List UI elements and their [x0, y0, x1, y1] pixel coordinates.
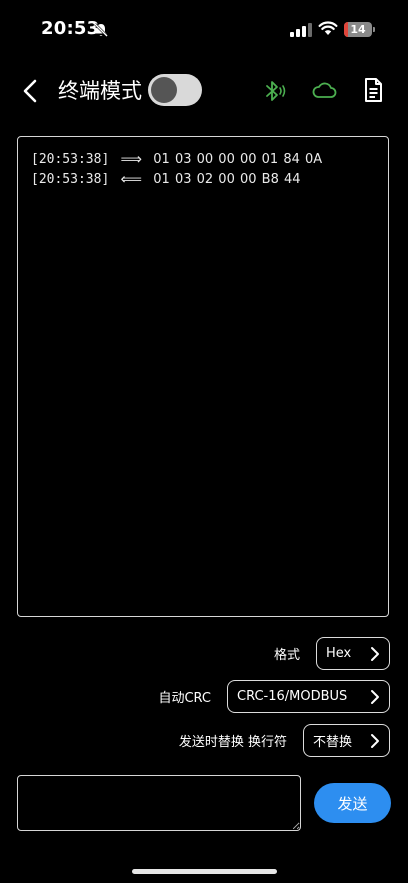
document-icon[interactable] [362, 77, 384, 103]
newline-label: 发送时替换 换行符 [178, 735, 287, 750]
newline-select-button[interactable]: 不替换 [303, 724, 390, 757]
send-button[interactable]: 发送 [314, 783, 391, 823]
log-timestamp: [20:53:38] [31, 171, 110, 187]
send-input[interactable] [17, 775, 301, 831]
back-chevron-icon[interactable] [16, 76, 46, 106]
format-setting-row: 格式 Hex [274, 636, 390, 671]
nav-bar: 终端模式 [0, 70, 408, 114]
log-line: [20:53:38] ⟸ 01 03 02 00 00 B8 44 [31, 169, 375, 189]
chevron-right-icon [371, 646, 379, 661]
terminal-mode-toggle[interactable] [148, 74, 202, 106]
newline-value: 不替换 [313, 735, 353, 750]
log-timestamp: [20:53:38] [31, 151, 110, 167]
auto-crc-select-button[interactable]: CRC-16/MODBUS [227, 680, 390, 713]
terminal-log[interactable]: [20:53:38] ⟹ 01 03 00 00 00 01 84 0A [20… [17, 136, 389, 617]
status-time: 20:53 [41, 18, 100, 39]
bluetooth-icon[interactable] [262, 78, 286, 104]
auto-crc-value: CRC-16/MODBUS [237, 689, 348, 704]
terminal-screen: 20:53 14 终端模式 [20:53:38] ⟹ 01 03 00 00 0… [0, 0, 408, 883]
status-bar: 20:53 14 [0, 0, 408, 60]
log-data: 01 03 02 00 00 B8 44 [153, 171, 301, 187]
format-value: Hex [326, 646, 352, 661]
page-title: 终端模式 [58, 79, 142, 103]
auto-crc-label: 自动CRC [158, 691, 211, 706]
silent-bell-icon [94, 23, 108, 37]
format-label: 格式 [273, 648, 300, 663]
battery-icon: 14 [344, 22, 372, 37]
format-select-button[interactable]: Hex [316, 637, 390, 670]
signal-icon [290, 23, 312, 37]
received-arrow-icon: ⟸ [120, 170, 143, 188]
newline-setting-row: 发送时替换 换行符 不替换 [179, 723, 390, 758]
chevron-right-icon [371, 689, 379, 704]
sent-arrow-icon: ⟹ [120, 150, 143, 168]
auto-crc-setting-row: 自动CRC CRC-16/MODBUS [158, 679, 390, 714]
cloud-icon[interactable] [311, 79, 337, 101]
chevron-right-icon [371, 733, 379, 748]
log-line: [20:53:38] ⟹ 01 03 00 00 00 01 84 0A [31, 149, 375, 169]
home-indicator[interactable] [132, 869, 277, 874]
battery-nub [373, 27, 375, 32]
toggle-knob [151, 77, 177, 103]
wifi-icon [318, 21, 338, 35]
battery-level-text: 14 [350, 23, 366, 36]
log-data: 01 03 00 00 00 01 84 0A [153, 151, 323, 167]
